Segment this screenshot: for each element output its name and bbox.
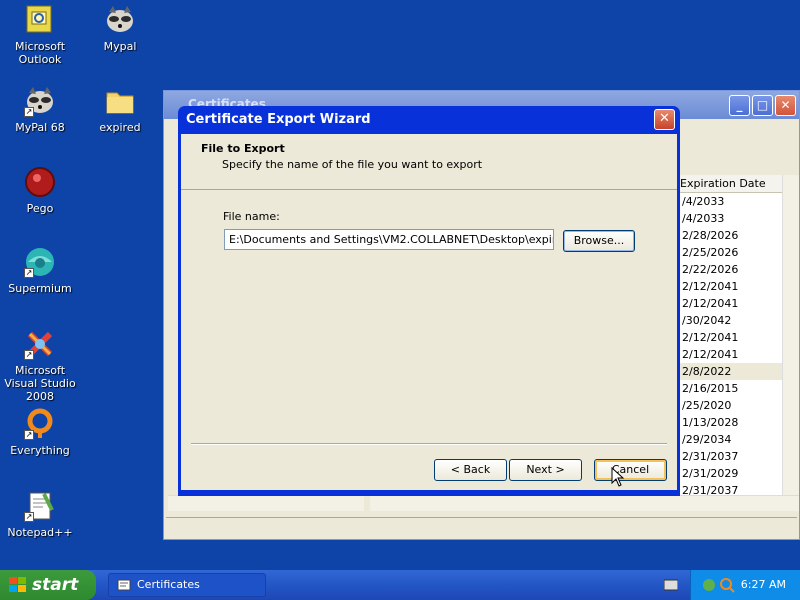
cancel-button[interactable]: Cancel: [594, 459, 667, 481]
wizard-title: Certificate Export Wizard: [186, 112, 371, 127]
list-item[interactable]: 2/12/2041: [676, 295, 782, 312]
list-item[interactable]: 2/28/2026: [676, 227, 782, 244]
outlook-icon: [24, 4, 56, 36]
desktop-icon-label: Everything: [10, 444, 70, 457]
list-item[interactable]: 2/12/2041: [676, 278, 782, 295]
wizard-heading: File to Export: [201, 142, 285, 155]
next-button[interactable]: Next >: [509, 459, 582, 481]
pego-icon: [24, 166, 56, 198]
windows-flag-icon: [9, 577, 26, 592]
desktop-icon-label: MyPal 68: [15, 121, 65, 134]
folder-icon: [104, 85, 136, 117]
minimize-button[interactable]: _: [729, 95, 750, 116]
desktop-icon-mypal68[interactable]: ↗ MyPal 68: [0, 85, 80, 134]
supermium-icon: ↗: [24, 246, 56, 278]
desktop-icon-label: Pego: [26, 202, 54, 215]
shortcut-arrow-icon: ↗: [24, 268, 34, 278]
desktop-icon-label: Mypal: [103, 40, 137, 53]
shortcut-arrow-icon: ↗: [24, 512, 34, 522]
list-item[interactable]: 2/25/2026: [676, 244, 782, 261]
back-button[interactable]: < Back: [434, 459, 507, 481]
list-item[interactable]: 2/22/2026: [676, 261, 782, 278]
file-name-input[interactable]: E:\Documents and Settings\VM2.COLLABNET\…: [224, 229, 554, 250]
button-separator: [191, 443, 667, 445]
desktop-icon-visual-studio[interactable]: ↗ Microsoft Visual Studio 2008: [0, 328, 80, 403]
wizard-body: File to Export Specify the name of the f…: [181, 134, 677, 490]
list-item[interactable]: 2/31/2037: [676, 448, 782, 465]
desktop-icon-label: Supermium: [8, 282, 72, 295]
list-item[interactable]: /30/2042: [676, 312, 782, 329]
list-item[interactable]: 2/31/2029: [676, 465, 782, 482]
list-item[interactable]: 2/8/2022: [676, 363, 782, 380]
shortcut-arrow-icon: ↗: [24, 350, 34, 360]
desktop-icon-label: Microsoft Visual Studio 2008: [4, 364, 76, 403]
file-name-label: File name:: [223, 210, 280, 223]
desktop-icon-expired[interactable]: expired: [80, 85, 160, 134]
desktop-icon-notepadpp[interactable]: ↗ Notepad++: [0, 490, 80, 539]
list-item[interactable]: /29/2034: [676, 431, 782, 448]
raccoon-icon: [104, 4, 136, 36]
list-item[interactable]: 1/13/2028: [676, 414, 782, 431]
expiration-date-list: /4/2033 /4/2033 2/28/2026 2/25/2026 2/22…: [676, 193, 782, 499]
taskbar-item-label: Certificates: [137, 578, 200, 591]
shortcut-arrow-icon: ↗: [24, 107, 34, 117]
desktop-icon-pego[interactable]: Pego: [0, 166, 80, 215]
list-item[interactable]: 2/12/2041: [676, 346, 782, 363]
horizontal-scrollbar-left[interactable]: [168, 495, 364, 511]
everything-icon: ↗: [24, 408, 56, 440]
notepad-plus-icon: ↗: [24, 490, 56, 522]
list-item[interactable]: 2/12/2041: [676, 329, 782, 346]
clock: 6:27 AM: [740, 578, 786, 591]
desktop-icon-everything[interactable]: ↗ Everything: [0, 408, 80, 457]
desktop-icon-supermium[interactable]: ↗ Supermium: [0, 246, 80, 295]
desktop-icon-outlook[interactable]: Microsoft Outlook: [0, 4, 80, 66]
keyboard-icon[interactable]: [664, 579, 678, 591]
raccoon-icon: ↗: [24, 85, 56, 117]
desktop-icon-label: expired: [99, 121, 141, 134]
certificate-icon: [117, 579, 131, 591]
desktop-icon-label: Microsoft Outlook: [14, 40, 66, 66]
system-tray: 6:27 AM: [690, 570, 800, 600]
wizard-description: Specify the name of the file you want to…: [222, 158, 483, 171]
list-item[interactable]: /4/2033: [676, 193, 782, 210]
start-label: start: [32, 575, 79, 595]
export-wizard-dialog: Certificate Export Wizard ✕ File to Expo…: [178, 106, 680, 496]
taskbar: start Certificates 6:27 AM: [0, 570, 800, 600]
wizard-header: File to Export Specify the name of the f…: [181, 134, 677, 190]
vertical-scrollbar[interactable]: [782, 175, 799, 495]
network-icon[interactable]: [701, 577, 717, 593]
desktop-icon-label: Notepad++: [7, 526, 73, 539]
mouse-cursor-icon: [611, 467, 625, 487]
shortcut-arrow-icon: ↗: [24, 430, 34, 440]
status-bar: [166, 517, 797, 537]
taskbar-item-certificates[interactable]: Certificates: [108, 573, 266, 597]
wizard-close-button[interactable]: ✕: [654, 109, 675, 130]
search-icon[interactable]: [719, 577, 735, 593]
start-button[interactable]: start: [0, 570, 96, 600]
list-item[interactable]: /4/2033: [676, 210, 782, 227]
list-item[interactable]: /25/2020: [676, 397, 782, 414]
visual-studio-icon: ↗: [24, 328, 56, 360]
column-header-expiration[interactable]: Expiration Date: [676, 175, 782, 193]
close-button[interactable]: ✕: [775, 95, 796, 116]
horizontal-scrollbar-right[interactable]: [370, 495, 799, 511]
maximize-button[interactable]: □: [752, 95, 773, 116]
browse-button[interactable]: Browse...: [563, 230, 635, 252]
desktop-icon-mypal[interactable]: Mypal: [80, 4, 160, 53]
list-item[interactable]: 2/16/2015: [676, 380, 782, 397]
